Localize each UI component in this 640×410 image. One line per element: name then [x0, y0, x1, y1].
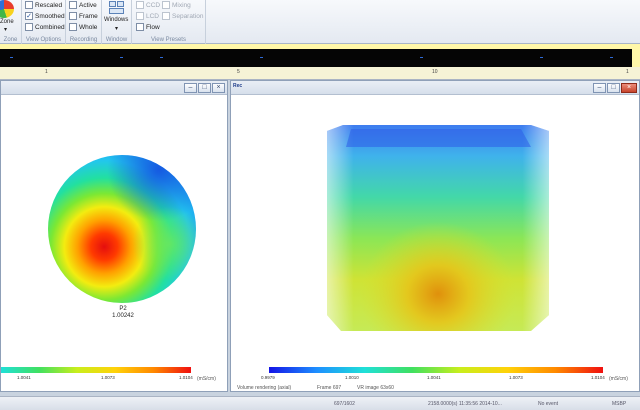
check-icon[interactable]: ✓: [25, 12, 33, 20]
flow-checkbox[interactable]: Flow: [136, 22, 160, 32]
combined-checkbox[interactable]: Combined: [25, 22, 65, 32]
ruler-label: 5: [237, 69, 240, 75]
zone-group-label: Zone: [3, 37, 18, 43]
ruler-label: 10: [432, 69, 438, 75]
view-options-group: Rescaled ✓ Smoothed Combined View Options: [22, 0, 66, 44]
frame-text: Frame 697: [317, 385, 342, 391]
checkbox-box[interactable]: [162, 1, 170, 9]
right-view-panel: Rec – □ × 0.9979 1.0010 1.0041 1.0073 1.…: [230, 80, 640, 392]
minimize-icon[interactable]: –: [184, 83, 197, 93]
whole-label: Whole: [79, 23, 98, 31]
colorbar-unit: (mS/cm): [609, 376, 628, 382]
smoothed-label: Smoothed: [35, 12, 65, 20]
recording-group: Active Frame Whole Recording: [66, 0, 102, 44]
windows-button-label[interactable]: Windows: [104, 17, 128, 23]
mode-indicator: MSBP: [612, 401, 627, 407]
flow-label: Flow: [146, 23, 160, 31]
windows-icon[interactable]: [109, 1, 125, 15]
timeline-ruler[interactable]: 1 5 10 1: [0, 67, 640, 79]
colorbar-unit: (mS/cm): [197, 376, 216, 382]
window-group-label: Window: [105, 37, 128, 43]
frame-label: Frame: [79, 12, 98, 20]
ribbon: Zone ▾ Zone Rescaled ✓ Smoothed Combined …: [0, 0, 640, 44]
volume-rendering-image: [327, 125, 549, 331]
lcd-checkbox[interactable]: LCD: [136, 11, 159, 21]
colorbar-tick: 1.0104: [591, 375, 605, 380]
ruler-label: 1: [626, 69, 629, 75]
colorbar-tick: 1.0073: [101, 375, 115, 380]
separation-checkbox[interactable]: Separation: [162, 11, 203, 21]
view-presets-group: CCD LCD Flow Mixing Separation View Pres…: [132, 0, 206, 44]
view-options-group-label: View Options: [25, 37, 62, 43]
maximize-icon[interactable]: □: [198, 83, 211, 93]
colorbar-tick: 1.0041: [427, 375, 441, 380]
lcd-label: LCD: [146, 12, 160, 20]
separation-label: Separation: [172, 12, 204, 20]
timeline-track[interactable]: [0, 49, 632, 67]
ruler-label: 1: [45, 69, 48, 75]
active-label: Active: [79, 1, 97, 9]
colorbar-tick: 1.0041: [17, 375, 31, 380]
rescaled-label: Rescaled: [35, 1, 63, 9]
frame-count: 697/1602: [334, 401, 355, 407]
plane-value: 1.00242: [112, 313, 134, 319]
combined-label: Combined: [35, 23, 65, 31]
checkbox-box[interactable]: [136, 1, 144, 9]
status-bar: 697/1602 2158.0000(s) 11:35:56 2014-10..…: [0, 396, 640, 410]
plane-label: P2: [119, 306, 127, 312]
checkbox-box[interactable]: [162, 12, 170, 20]
timestamp: 2158.0000(s) 11:35:56 2014-10...: [428, 401, 502, 407]
chevron-down-icon[interactable]: ▾: [115, 25, 118, 32]
checkbox-box[interactable]: [25, 23, 33, 31]
panel-title: Rec: [233, 83, 243, 89]
ccd-label: CCD: [146, 1, 161, 9]
zone-palette-icon[interactable]: [0, 0, 14, 18]
left-colorbar: 1.0041 1.0073 1.0104: [1, 367, 193, 382]
window-group: Windows ▾ Window: [102, 0, 132, 44]
rescaled-checkbox[interactable]: Rescaled: [25, 0, 62, 10]
event-status: No event: [538, 401, 559, 407]
mixing-label: Mixing: [172, 1, 191, 9]
close-icon[interactable]: ×: [621, 83, 637, 93]
right-colorbar: 0.9979 1.0010 1.0041 1.0073 1.0104: [261, 367, 605, 382]
checkbox-box[interactable]: [69, 12, 77, 20]
active-checkbox[interactable]: Active: [69, 0, 97, 10]
checkbox-box[interactable]: [69, 1, 77, 9]
chevron-down-icon[interactable]: ▾: [4, 26, 7, 33]
application-window: Zone ▾ Zone Rescaled ✓ Smoothed Combined …: [0, 0, 640, 410]
left-panel-content: P2 1.00242 1.0041 1.0073 1.0104 (mS/cm): [1, 95, 227, 391]
view-presets-group-label: View Presets: [151, 37, 186, 43]
colorbar-tick: 1.0073: [509, 375, 523, 380]
timeline-area: 1 5 10 1: [0, 44, 640, 80]
cross-section-image: [48, 155, 196, 303]
left-panel-titlebar[interactable]: – □ ×: [1, 81, 227, 95]
colorbar-tick: 1.0104: [179, 375, 193, 380]
maximize-icon[interactable]: □: [607, 83, 620, 93]
checkbox-box[interactable]: [25, 1, 33, 9]
ccd-checkbox[interactable]: CCD: [136, 0, 160, 10]
checkbox-box[interactable]: [136, 12, 144, 20]
right-panel-content: 0.9979 1.0010 1.0041 1.0073 1.0104 (mS/c…: [231, 95, 639, 391]
close-icon[interactable]: ×: [212, 83, 225, 93]
mixing-checkbox[interactable]: Mixing: [162, 0, 191, 10]
left-view-panel: – □ × P2 1.00242 1.0041 1.0073 1.0104 (m…: [0, 80, 228, 392]
zone-button-label[interactable]: Zone: [0, 19, 14, 25]
colorbar-tick: 1.0010: [345, 375, 359, 380]
frame-checkbox[interactable]: Frame: [69, 11, 98, 21]
zone-group: Zone ▾ Zone: [0, 0, 22, 44]
checkbox-box[interactable]: [136, 23, 144, 31]
whole-checkbox[interactable]: Whole: [69, 22, 97, 32]
minimize-icon[interactable]: –: [593, 83, 606, 93]
image-size-text: VR image 63x60: [357, 385, 394, 391]
right-panel-titlebar[interactable]: Rec – □ ×: [231, 81, 639, 95]
checkbox-box[interactable]: [69, 23, 77, 31]
render-mode-text: Volume rendering (axial): [237, 385, 292, 391]
smoothed-checkbox[interactable]: ✓ Smoothed: [25, 11, 65, 21]
colorbar-tick: 0.9979: [261, 375, 275, 380]
recording-group-label: Recording: [69, 37, 98, 43]
